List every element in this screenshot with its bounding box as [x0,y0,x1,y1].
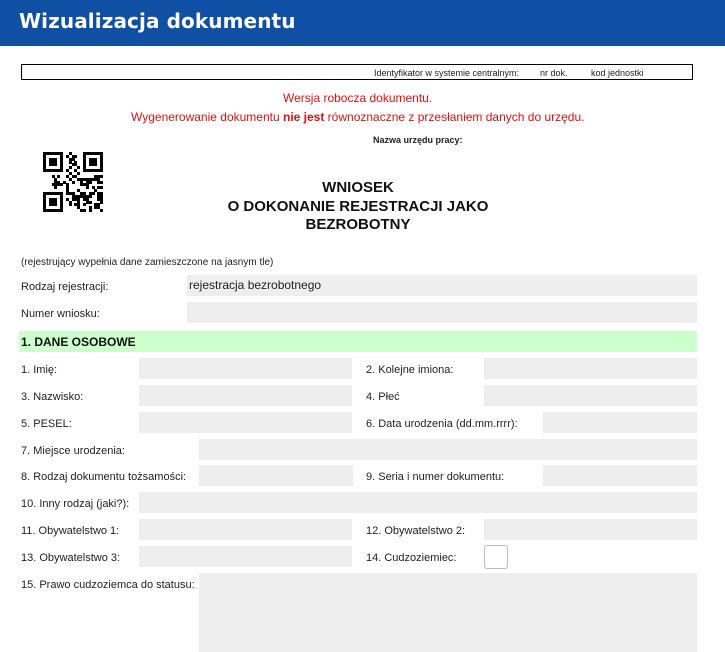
unit-code-label: kod jednostki [591,68,644,78]
id-document-number-label: 9. Seria i numer dokumentu: [366,471,505,483]
citizenship1-label: 11. Obywatelstwo 1: [21,525,120,537]
citizenship3-label: 13. Obywatelstwo 3: [21,552,121,564]
foreigner-label: 14. Cudzoziemiec: [366,552,457,564]
qr-module [85,186,89,190]
registration-type-label: Rodzaj rejestracji: [21,281,109,293]
first-name-field[interactable] [139,358,352,379]
qr-module [60,183,64,187]
birth-place-field[interactable] [199,439,697,460]
foreigner-status-label: 15. Prawo cudzoziemca do statusu: [21,579,195,591]
fill-hint: (rejestrujący wypełnia dane zamieszczone… [21,257,274,268]
application-number-label: Numer wniosku: [21,308,100,320]
sex-label: 4. Płeć [366,391,400,403]
qr-module [68,166,72,170]
first-name-label: 1. Imię: [21,364,58,376]
generation-notice-emphasis: nie jest [282,110,325,124]
birth-date-field[interactable] [543,412,697,433]
qr-module [83,203,87,207]
qr-module [91,192,95,196]
generation-notice: Wygenerowanie dokumentu nie jest równozn… [131,110,585,124]
citizenship1-field[interactable] [139,519,352,540]
qr-module [60,209,64,213]
section-personal-data-title: 1. DANE OSOBOWE [21,335,136,349]
qr-module [88,180,92,184]
office-label: Nazwa urzędu pracy: [373,135,463,145]
id-document-type-field[interactable] [199,465,353,486]
birth-date-label: 6. Data urodzenia (dd.mm.rrrr): [366,418,518,430]
registration-type-value: rejestracja bezrobotnego [189,278,322,292]
pesel-field[interactable] [139,412,352,433]
qr-module [77,172,81,176]
identifier-label: Identyfikator w systemie centralnym: [374,68,520,78]
qr-module [60,169,64,173]
qr-module [88,194,92,198]
middle-names-label: 2. Kolejne imiona: [366,364,454,376]
other-type-label: 10. Inny rodzaj (jaki?): [21,498,130,510]
qr-module [94,163,98,167]
qr-module [100,200,104,204]
qr-module [100,180,104,184]
doc-title-line2: O DOKONANIE REJESTRACJI JAKO [227,198,489,215]
citizenship2-label: 12. Obywatelstwo 2: [366,525,466,537]
qr-module [83,209,87,213]
pesel-label: 5. PESEL: [21,418,72,430]
qr-module [100,174,104,178]
draft-notice: Wersja robocza dokumentu. [283,91,433,105]
qr-code-icon [43,152,104,213]
citizenship2-field[interactable] [484,519,697,540]
other-type-field[interactable] [139,492,697,513]
qr-module [57,174,61,178]
qr-module [71,180,75,184]
application-number-field[interactable] [187,302,697,323]
doc-title-line1: WNIOSEK [322,179,394,196]
last-name-field[interactable] [139,385,352,406]
doc-title-line3: BEZROBOTNY [305,216,411,233]
middle-names-field[interactable] [484,358,697,379]
foreigner-status-field[interactable] [199,573,697,652]
qr-module [88,200,92,204]
id-document-type-label: 8. Rodzaj dokumentu tożsamości: [21,471,187,483]
generation-notice-text-end: równoznaczne z przesłaniem danych do urz… [324,110,585,124]
qr-module [74,154,78,158]
citizenship3-field[interactable] [139,546,352,567]
qr-module [54,163,58,167]
qr-module [88,209,92,213]
qr-module [100,169,104,173]
sex-field[interactable] [484,385,697,406]
last-name-label: 3. Nazwisko: [21,391,84,403]
foreigner-checkbox[interactable] [484,545,508,569]
qr-module [100,186,104,190]
id-document-number-field[interactable] [543,465,697,486]
birth-place-label: 7. Miejsce urodzenia: [21,445,125,457]
qr-module [100,209,104,213]
qr-module [54,186,58,190]
app-title: Wizualizacja dokumentu [19,9,296,33]
doc-number-label: nr dok. [540,68,568,78]
qr-module [54,203,58,207]
qr-module [68,203,72,207]
generation-notice-text: Wygenerowanie dokumentu [131,110,283,124]
qr-module [77,166,81,170]
